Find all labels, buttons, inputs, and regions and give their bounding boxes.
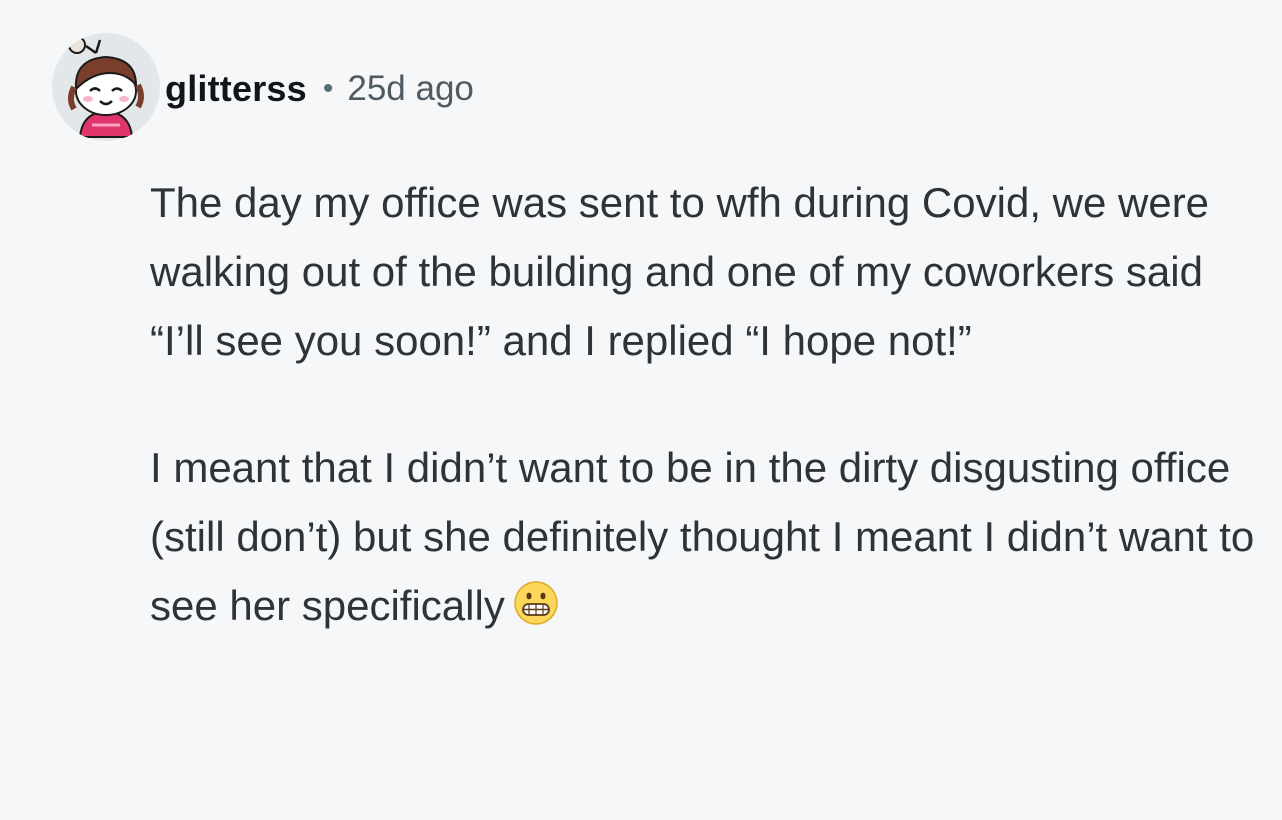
snoo-avatar-icon[interactable] (52, 33, 160, 141)
grimacing-face-icon (513, 577, 559, 646)
comment-paragraph: I meant that I didn’t want to be in the … (150, 433, 1260, 646)
meta-separator: • (322, 72, 334, 105)
comment-body: The day my office was sent to wfh during… (150, 168, 1260, 646)
username-link[interactable]: glitterss (165, 68, 307, 110)
comment: glitterss • 25d ago The day my office wa… (0, 0, 1282, 820)
comment-header: glitterss • 25d ago (165, 64, 474, 114)
paragraph-text: I meant that I didn’t want to be in the … (150, 444, 1255, 629)
comment-paragraph: The day my office was sent to wfh during… (150, 168, 1260, 375)
timestamp[interactable]: 25d ago (347, 69, 474, 109)
paragraph-text: The day my office was sent to wfh during… (150, 179, 1210, 364)
